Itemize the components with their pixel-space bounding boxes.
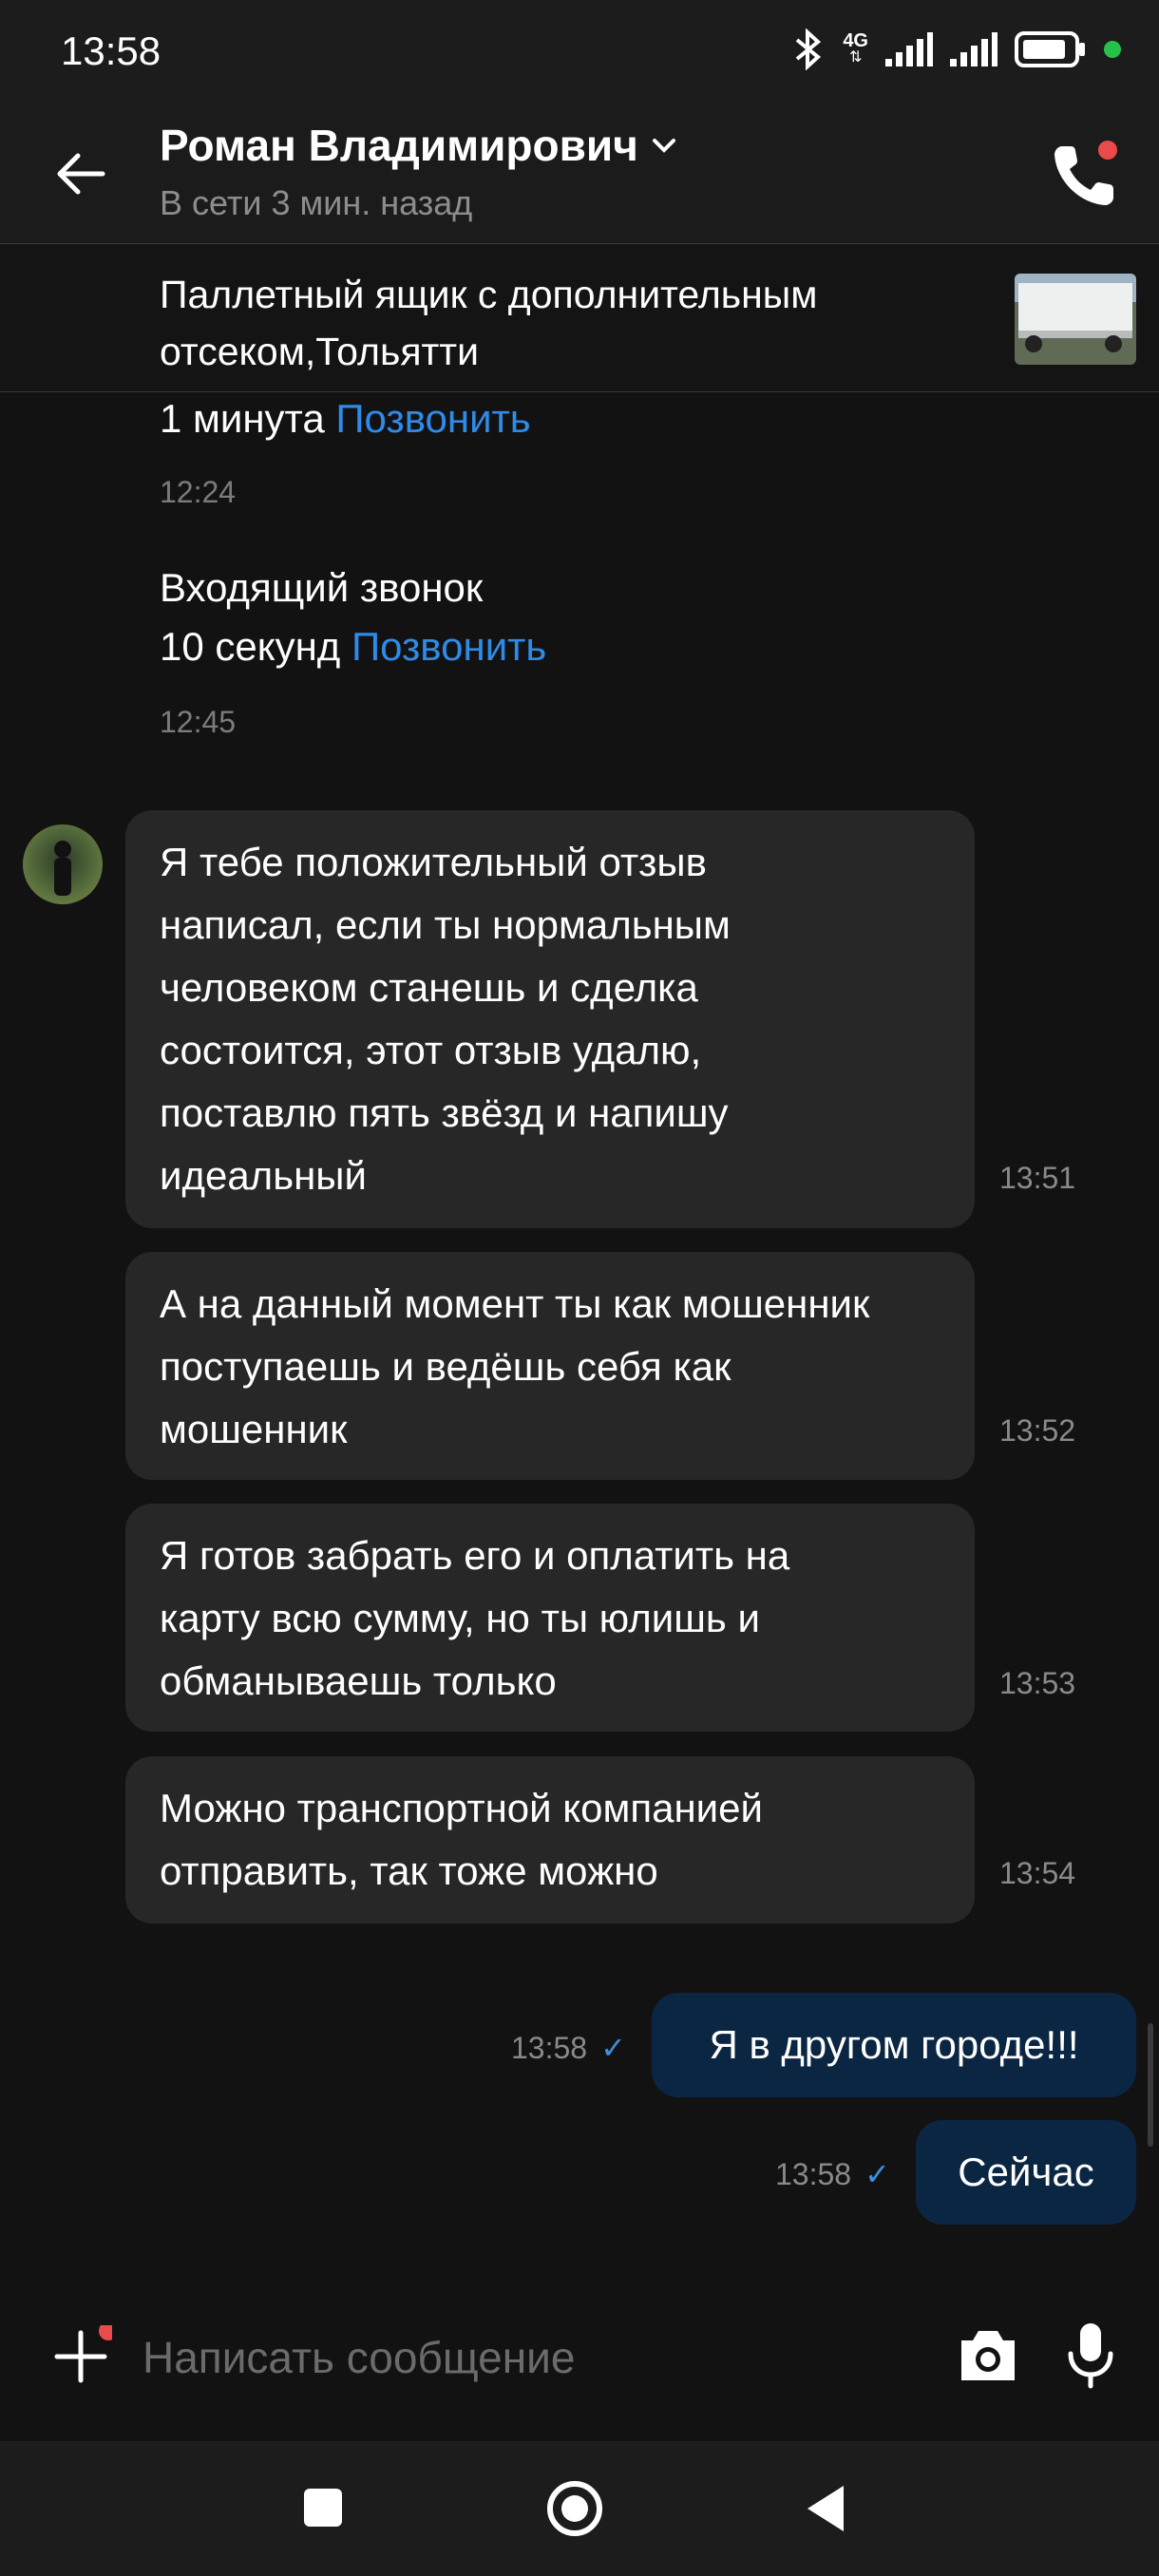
message-line: поступаешь и ведёшь себя как <box>160 1344 732 1389</box>
nav-home-icon <box>547 2481 602 2536</box>
network-label: 4G <box>843 30 868 51</box>
call-time: 12:24 <box>160 475 237 509</box>
incoming-message[interactable]: А на данный момент ты как мошенник посту… <box>125 1252 975 1480</box>
trailer-image <box>1015 274 1136 365</box>
contact-status: В сети 3 мин. назад <box>160 183 473 222</box>
item-title: Паллетный ящик с дополнительным отсеком,… <box>160 273 818 373</box>
microphone-icon <box>1068 2323 1113 2389</box>
outgoing-meta: 13:58 ✓ <box>511 2030 626 2066</box>
home-button[interactable] <box>545 2479 604 2538</box>
message-time: 13:52 <box>999 1413 1076 1448</box>
network-type: 4G ⇅ <box>843 30 868 66</box>
back-nav-button[interactable] <box>804 2483 847 2534</box>
nav-back-icon <box>808 2486 844 2531</box>
status-time: 13:58 <box>61 28 162 73</box>
status-icons: 4G ⇅ <box>791 28 1121 70</box>
message-time: 13:58 <box>775 2156 852 2191</box>
back-button[interactable] <box>49 142 112 205</box>
message-line: А на данный момент ты как мошенник <box>160 1281 870 1326</box>
call-button[interactable] <box>1049 139 1121 211</box>
incoming-message[interactable]: Я готов забрать его и оплатить на карту … <box>125 1504 975 1732</box>
camera-button[interactable] <box>956 2325 1020 2384</box>
sent-check-icon: ✓ <box>864 2157 890 2191</box>
message-line: идеальный <box>160 1153 367 1198</box>
call-type: Входящий звонок <box>160 565 484 610</box>
sent-check-icon: ✓ <box>600 2031 626 2065</box>
person-silhouette-icon <box>54 841 71 896</box>
message-line: состоится, этот отзыв удалю, <box>160 1028 702 1072</box>
message-time: 13:53 <box>999 1666 1076 1700</box>
outgoing-meta: 13:58 ✓ <box>775 2156 890 2192</box>
camera-icon <box>961 2331 1015 2380</box>
nav-square-icon <box>304 2489 342 2527</box>
signal-icon-2 <box>950 32 998 66</box>
message-time: 13:54 <box>999 1856 1076 1890</box>
scrollbar[interactable] <box>1148 2023 1153 2147</box>
data-arrows-icon: ⇅ <box>848 49 863 66</box>
message-line: Я готов забрать его и оплатить на <box>160 1533 790 1578</box>
call-duration: 1 минута <box>160 396 325 441</box>
chevron-down-icon <box>652 139 675 153</box>
message-line: мошенник <box>160 1407 348 1451</box>
signal-icon <box>885 32 933 66</box>
incoming-message[interactable]: Я тебе положительный отзыв написал, если… <box>125 810 975 1228</box>
message-line: Можно транспортной компанией <box>160 1786 763 1830</box>
item-thumbnail[interactable] <box>1015 274 1136 365</box>
call-duration: 10 секунд <box>160 624 341 669</box>
call-back-link[interactable]: Позвонить <box>352 624 546 669</box>
outgoing-message[interactable]: Сейчас <box>916 2120 1136 2225</box>
contact-name-button[interactable]: Роман Владимирович <box>160 120 676 171</box>
online-dot-icon <box>1104 41 1121 58</box>
phone-icon <box>1054 141 1117 205</box>
attach-button[interactable] <box>49 2321 118 2388</box>
contact-name: Роман Владимирович <box>160 121 638 170</box>
message-line: Я тебе положительный отзыв <box>160 840 707 884</box>
voice-button[interactable] <box>1064 2321 1117 2390</box>
call-time: 12:45 <box>160 705 237 739</box>
call-log-entry: Входящий звонок 10 секунд Позвонить <box>160 559 546 676</box>
message-line: обманываешь только <box>160 1658 557 1703</box>
message-text: Сейчас <box>958 2150 1094 2194</box>
avatar[interactable] <box>23 824 103 904</box>
bluetooth-icon <box>796 28 822 70</box>
message-input[interactable]: Написать сообщение <box>142 2332 575 2383</box>
back-arrow-icon <box>57 153 105 195</box>
battery-icon <box>1015 31 1085 67</box>
incoming-message[interactable]: Можно транспортной компанией отправить, … <box>125 1756 975 1923</box>
message-text: Я в другом городе!!! <box>709 2022 1079 2067</box>
call-back-link[interactable]: Позвонить <box>335 396 530 441</box>
recents-button[interactable] <box>302 2487 344 2529</box>
message-line: карту всю сумму, но ты юлишь и <box>160 1596 760 1640</box>
message-line: человеком станешь и сделка <box>160 965 698 1010</box>
message-line: отправить, так тоже можно <box>160 1848 658 1893</box>
plus-icon <box>54 2321 118 2383</box>
message-line: написал, если ты нормальным <box>160 902 731 947</box>
message-time: 13:51 <box>999 1161 1076 1195</box>
message-time: 13:58 <box>511 2030 588 2065</box>
call-log-entry: 1 минута Позвонить <box>160 389 531 448</box>
message-line: поставлю пять звёзд и напишу <box>160 1090 729 1135</box>
outgoing-message[interactable]: Я в другом городе!!! <box>652 1993 1136 2097</box>
